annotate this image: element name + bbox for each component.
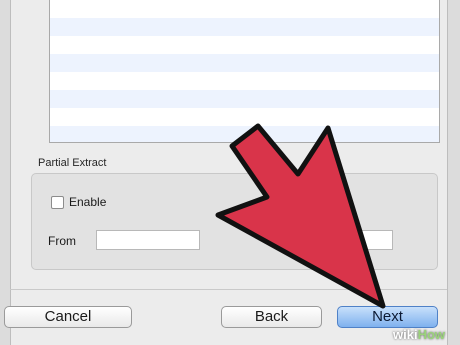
window-left-edge	[0, 0, 11, 345]
footer-separator	[10, 289, 447, 290]
list-item[interactable]	[50, 54, 439, 72]
partial-extract-group	[31, 173, 438, 270]
enable-label[interactable]: Enable	[69, 195, 106, 209]
to-input[interactable]	[330, 230, 393, 250]
from-input[interactable]	[96, 230, 200, 250]
watermark-wiki: wiki	[393, 327, 418, 342]
list-item[interactable]	[50, 90, 439, 108]
enable-checkbox[interactable]	[51, 196, 64, 209]
back-button[interactable]: Back	[221, 306, 322, 328]
cancel-button[interactable]: Cancel	[4, 306, 132, 328]
list-item[interactable]	[50, 126, 439, 142]
from-label: From	[48, 234, 76, 248]
list-item[interactable]	[50, 18, 439, 36]
window-right-edge	[447, 0, 460, 345]
list-item[interactable]	[50, 108, 439, 126]
next-button[interactable]: Next	[337, 306, 438, 328]
file-list[interactable]	[49, 0, 440, 143]
partial-extract-title: Partial Extract	[38, 157, 107, 169]
list-item[interactable]	[50, 72, 439, 90]
watermark-how: How	[417, 327, 446, 342]
dialog-window: Partial Extract Enable From Cancel Back …	[0, 0, 460, 345]
wikihow-watermark: wikiHow	[393, 327, 445, 342]
list-item[interactable]	[50, 36, 439, 54]
list-item[interactable]	[50, 0, 439, 18]
